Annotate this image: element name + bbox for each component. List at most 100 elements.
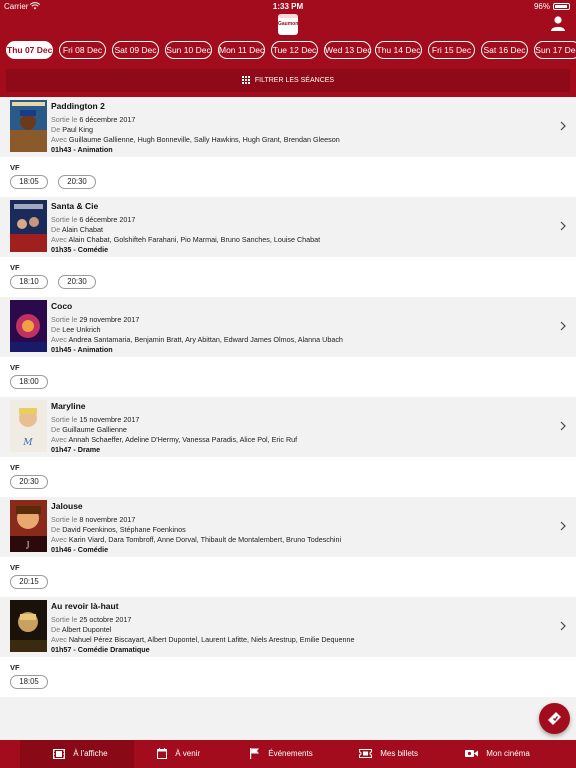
movie-title: Maryline [51,401,86,411]
cast: Karin Viard, Dara Tombroff, Anne Dorval,… [68,535,342,544]
movie-title: Paddington 2 [51,101,105,111]
day-tab[interactable]: Sat 16 Dec [481,41,528,59]
director: Guillaume Gallienne [62,425,127,434]
cast: Guillaume Gallienne, Hugh Bonneville, Sa… [68,135,340,144]
day-tab[interactable]: Tue 12 Dec [271,41,318,59]
status-bar: Carrier 1:33 PM 96% [0,0,576,12]
director-line: De Alain Chabat [51,225,103,234]
movie-card: Au revoir là-haut Sortie le 25 octobre 20… [0,597,576,697]
movie-card: J Jalouse Sortie le 8 novembre 2017 De Davi… [0,497,576,597]
version-label: VF [10,363,20,372]
movie-info-row[interactable]: Coco Sortie le 29 novembre 2017 De Lee Unk… [0,297,576,357]
showtime-button[interactable]: 20:30 [58,275,96,289]
showtime-button[interactable]: 20:15 [10,575,48,589]
cast-line: Avec Annah Schaeffer, Adeline D'Hermy, V… [51,435,298,444]
version-label: VF [10,163,20,172]
chevron-right-icon [560,221,566,231]
nav-now-showing[interactable]: À l'affiche [20,740,134,768]
movie-title: Santa & Cie [51,201,99,211]
battery-percent: 96% [533,2,550,11]
quick-booking-button[interactable] [539,703,570,734]
release-date: 25 octobre 2017 [79,615,132,624]
camera-icon [465,750,478,758]
day-tab[interactable]: Thu 14 Dec [375,41,422,59]
release-line: Sortie le 8 novembre 2017 [51,515,136,524]
nav-my-cinema[interactable]: Mon cinéma [465,740,530,768]
movie-card: Santa & Cie Sortie le 6 décembre 2017 De A… [0,197,576,297]
movie-info-row[interactable]: M Maryline Sortie le 15 novembre 2017 De Gu… [0,397,576,457]
director-line: De Guillaume Gallienne [51,425,127,434]
nav-label: À venir [175,749,201,758]
movie-title: Coco [51,301,73,311]
version-label: VF [10,463,20,472]
movie-poster [10,200,47,252]
movie-poster [10,600,47,652]
movie-card: Coco Sortie le 29 novembre 2017 De Lee Unk… [0,297,576,397]
app-header: Carrier 1:33 PM 96% Gaumont Thu 07 Dec Fr… [0,0,576,100]
day-tab[interactable]: Fri 15 Dec [428,41,475,59]
svg-text:J: J [26,541,30,549]
showtimes-row: VF 18:05 [0,657,576,697]
flag-icon [250,748,259,760]
gaumont-logo-icon: Gaumont [278,14,300,35]
user-account-icon[interactable] [550,15,566,31]
duration-genre: 01h47 - Drame [51,445,101,454]
day-tab[interactable]: Wed 13 Dec [324,41,372,59]
director: Alain Chabat [61,225,103,234]
cast: Nahuel Pérez Biscayart, Albert Dupontel,… [68,635,355,644]
logo-text: Gaumont [278,21,300,27]
release-date: 6 décembre 2017 [79,115,136,124]
duration-genre: 01h35 - Comédie [51,245,109,254]
movie-info-row[interactable]: J Jalouse Sortie le 8 novembre 2017 De Davi… [0,497,576,557]
chevron-right-icon [560,621,566,631]
release-date: 6 décembre 2017 [79,215,136,224]
movie-info-row[interactable]: Paddington 2 Sortie le 6 décembre 2017 De … [0,97,576,157]
director: Paul King [62,125,93,134]
day-tab[interactable]: Sun 17 Dec [534,41,576,59]
nav-my-tickets[interactable]: Mes billets [359,740,418,768]
chevron-right-icon [560,521,566,531]
nav-coming-soon[interactable]: À venir [157,740,200,768]
version-label: VF [10,563,20,572]
duration-genre: 01h46 - Comédie [51,545,109,554]
clock: 1:33 PM [272,2,304,11]
filter-label: FILTRER LES SÉANCES [254,77,335,84]
svg-text:M: M [22,438,33,448]
showtime-button[interactable]: 18:05 [10,175,48,189]
cast-line: Avec Alain Chabat, Golshifteh Farahani, … [51,235,321,244]
showtime-button[interactable]: 18:10 [10,275,48,289]
director-line: De David Foenkinos, Stéphane Foenkinos [51,525,186,534]
day-tab[interactable]: Thu 07 Dec [6,41,53,59]
release-date: 8 novembre 2017 [79,515,136,524]
duration-genre: 01h45 - Animation [51,345,113,354]
movie-poster [10,300,47,352]
movie-card: Paddington 2 Sortie le 6 décembre 2017 De … [0,97,576,197]
showtime-button[interactable]: 20:30 [58,175,96,189]
day-tab[interactable]: Sun 10 Dec [165,41,212,59]
filter-sessions-button[interactable]: FILTRER LES SÉANCES [6,69,570,92]
showtimes-row: VF 18:10 20:30 [0,257,576,297]
cast-line: Avec Karin Viard, Dara Tombroff, Anne Do… [51,535,342,544]
release-line: Sortie le 6 décembre 2017 [51,115,136,124]
duration-genre: 01h43 - Animation [51,145,113,154]
day-tab[interactable]: Fri 08 Dec [59,41,106,59]
day-tab[interactable]: Mon 11 Dec [218,41,265,59]
release-date: 29 novembre 2017 [79,315,140,324]
day-tab[interactable]: Sat 09 Dec [112,41,159,59]
cast: Alain Chabat, Golshifteh Farahani, Pio M… [68,235,321,244]
battery-icon [553,3,570,10]
nav-events[interactable]: Événements [250,740,313,768]
movie-info-row[interactable]: Santa & Cie Sortie le 6 décembre 2017 De A… [0,197,576,257]
showtime-button[interactable]: 18:00 [10,375,48,389]
release-line: Sortie le 25 octobre 2017 [51,615,132,624]
movie-poster: M [10,400,47,452]
showtimes-row: VF 20:30 [0,457,576,497]
nav-label: Mon cinéma [486,749,530,758]
showtime-button[interactable]: 20:30 [10,475,48,489]
movie-title: Jalouse [51,501,83,511]
release-line: Sortie le 6 décembre 2017 [51,215,136,224]
chevron-right-icon [560,421,566,431]
movie-info-row[interactable]: Au revoir là-haut Sortie le 25 octobre 20… [0,597,576,657]
showtime-button[interactable]: 18:05 [10,675,48,689]
director: Lee Unkrich [62,325,101,334]
